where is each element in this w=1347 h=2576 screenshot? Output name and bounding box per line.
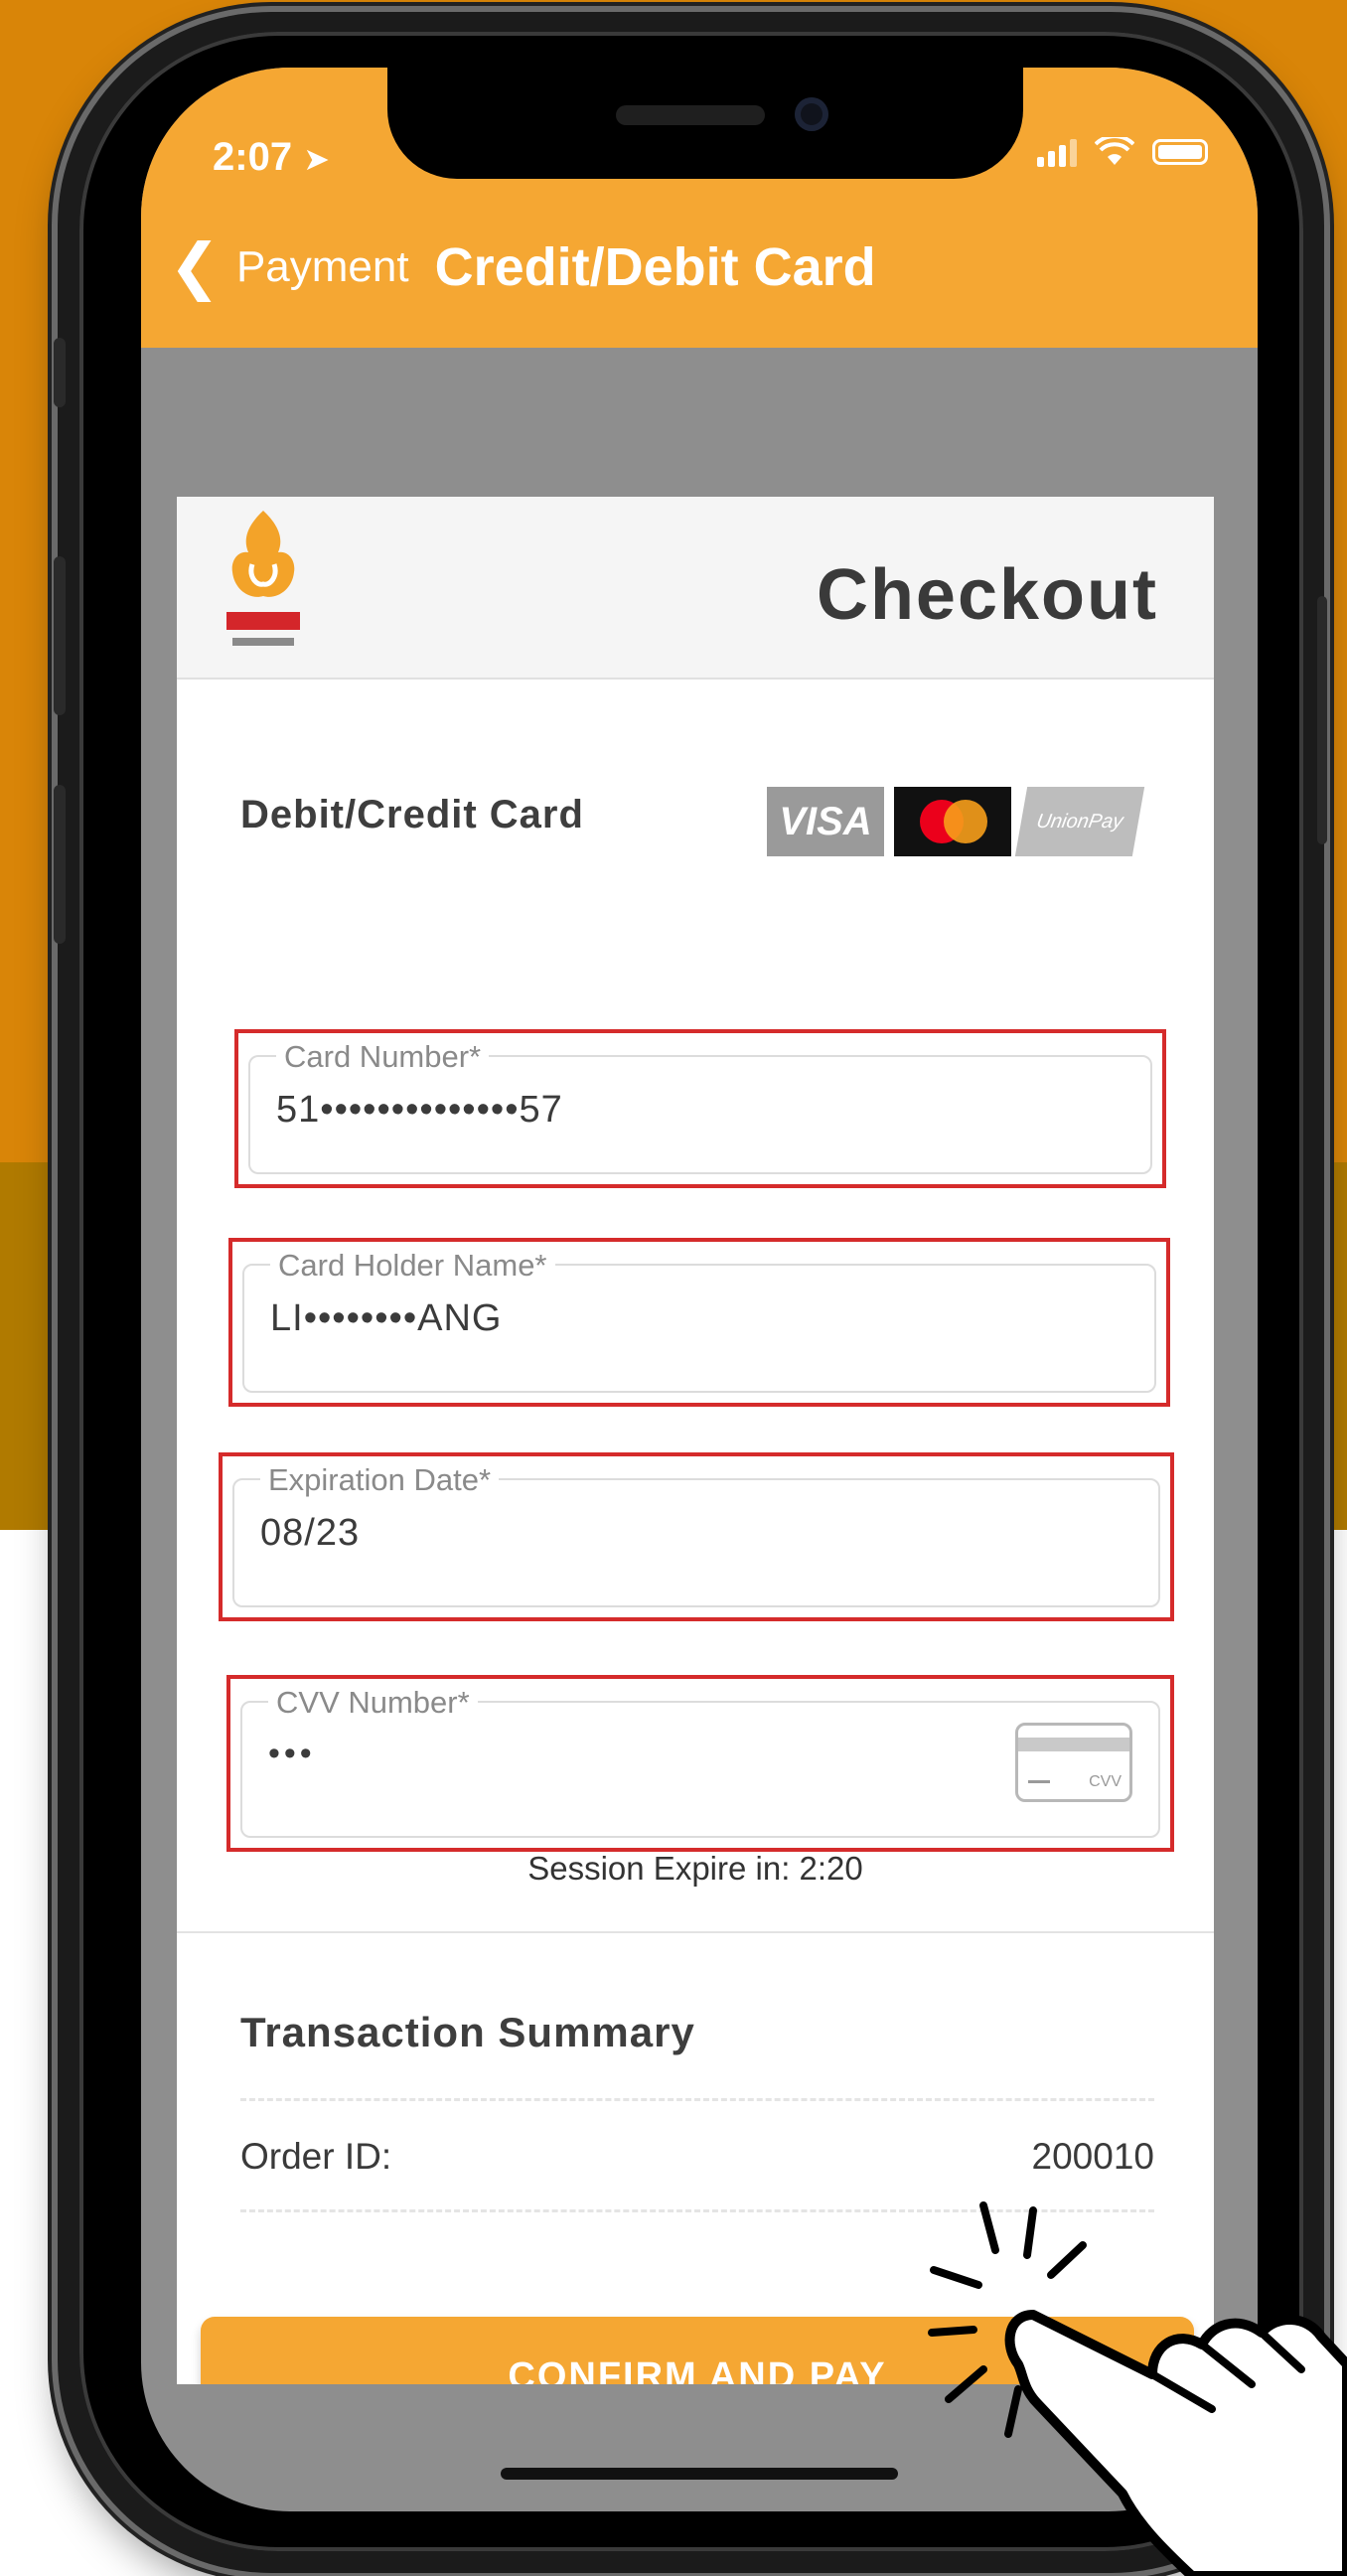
cvv-card-icon: CVV bbox=[1015, 1723, 1132, 1802]
wifi-icon bbox=[1095, 137, 1134, 165]
home-indicator[interactable] bbox=[501, 2468, 898, 2480]
kadawin-logo bbox=[226, 511, 300, 646]
expiration-field[interactable]: Expiration Date* 08/23 bbox=[232, 1462, 1160, 1607]
unionpay-icon: UnionPay bbox=[1014, 787, 1145, 856]
card-brands: VISA UnionPay bbox=[767, 787, 1145, 856]
phone-volume-down bbox=[54, 785, 66, 944]
card-number-field[interactable]: Card Number* 51••••••••••••••57 bbox=[248, 1039, 1152, 1174]
session-timer: Session Expire in: 2:20 bbox=[527, 1850, 863, 1887]
battery-icon bbox=[1152, 139, 1208, 165]
page-title: Credit/Debit Card bbox=[434, 237, 876, 297]
order-id-label: Order ID: bbox=[240, 2136, 392, 2177]
cvv-field[interactable]: CVV Number* ••• CVV bbox=[240, 1685, 1160, 1838]
summary-title: Transaction Summary bbox=[240, 2009, 695, 2055]
checkout-card: Checkout Debit/Credit Card VISA UnionPay… bbox=[177, 497, 1214, 2384]
checkout-title: Checkout bbox=[816, 555, 1158, 635]
cellular-signal-icon bbox=[1037, 137, 1077, 167]
status-icons bbox=[1037, 137, 1208, 167]
section-divider bbox=[177, 1931, 1214, 1933]
cvv-highlight: CVV Number* ••• CVV bbox=[226, 1675, 1174, 1852]
speaker-grille bbox=[616, 105, 765, 125]
card-holder-highlight: Card Holder Name* LI••••••••ANG bbox=[228, 1238, 1170, 1407]
mastercard-icon bbox=[894, 787, 1011, 856]
card-number-value: 51••••••••••••••57 bbox=[276, 1089, 563, 1131]
section-label: Debit/Credit Card bbox=[240, 793, 584, 836]
card-number-highlight: Card Number* 51••••••••••••••57 bbox=[234, 1029, 1166, 1188]
phone-volume-up bbox=[54, 556, 66, 715]
phone-power-button bbox=[1317, 596, 1327, 844]
cvv-label: CVV Number* bbox=[268, 1685, 478, 1721]
checkout-header: Checkout bbox=[177, 497, 1214, 680]
front-camera bbox=[795, 97, 828, 131]
location-arrow-icon: ➤ bbox=[303, 141, 330, 177]
expiration-label: Expiration Date* bbox=[260, 1462, 500, 1498]
card-holder-value: LI••••••••ANG bbox=[270, 1297, 503, 1339]
back-button[interactable]: Payment bbox=[236, 242, 409, 292]
card-holder-label: Card Holder Name* bbox=[270, 1248, 555, 1284]
pointing-hand-icon bbox=[928, 2201, 1347, 2576]
phone-silent-switch bbox=[54, 338, 66, 407]
dashed-divider bbox=[240, 2098, 1154, 2101]
phone-notch bbox=[387, 68, 1023, 179]
status-time: 2:07 ➤ bbox=[213, 135, 330, 179]
nav-bar: ❮ Payment Credit/Debit Card bbox=[169, 236, 876, 298]
card-number-label: Card Number* bbox=[276, 1039, 490, 1075]
cvv-value: ••• bbox=[268, 1735, 316, 1772]
expiration-value: 08/23 bbox=[260, 1512, 361, 1554]
back-chevron-icon[interactable]: ❮ bbox=[169, 236, 221, 298]
phone-screen: 2:07 ➤ ❮ Payment Credit/Debit Card Check… bbox=[141, 68, 1258, 2511]
visa-icon: VISA bbox=[767, 787, 884, 856]
card-holder-field[interactable]: Card Holder Name* LI••••••••ANG bbox=[242, 1248, 1156, 1393]
expiration-highlight: Expiration Date* 08/23 bbox=[219, 1452, 1174, 1621]
